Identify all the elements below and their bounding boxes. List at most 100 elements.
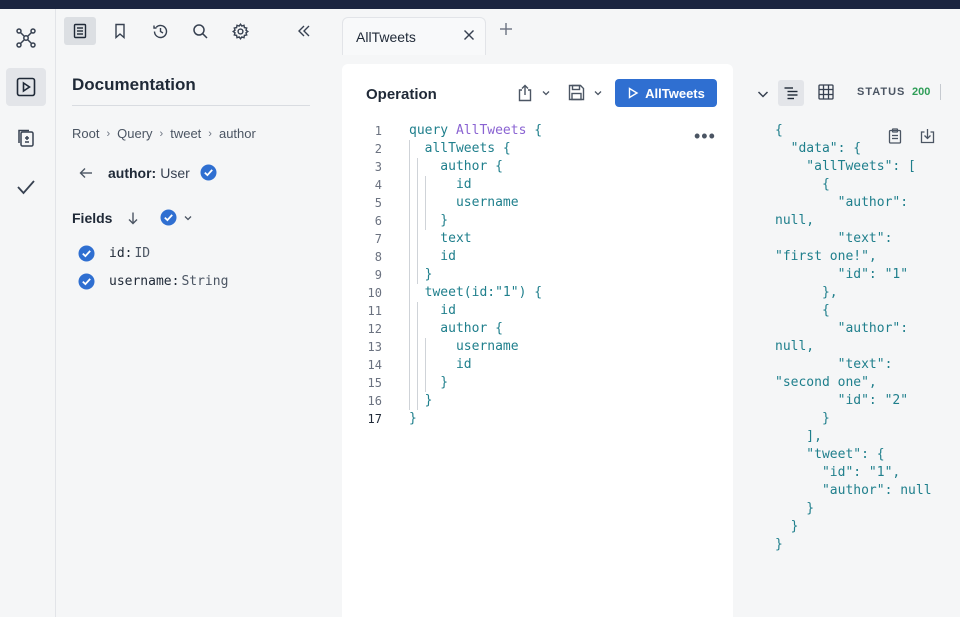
checked-circle-icon[interactable]	[78, 245, 95, 262]
checked-circle-icon[interactable]	[200, 164, 217, 181]
line-number: 9	[374, 268, 382, 282]
code-line[interactable]: 10 tweet(id:"1") {	[342, 284, 733, 302]
code-line[interactable]: 6 }	[342, 212, 733, 230]
line-number: 12	[367, 322, 382, 336]
breadcrumb-item-tweet[interactable]: tweet	[170, 126, 201, 141]
json-line: }	[775, 537, 783, 552]
code-line[interactable]: 4 id	[342, 176, 733, 194]
response-panel: STATUS 200 { "data": { "allTweets": [ { …	[740, 64, 960, 617]
code-line[interactable]: 15 }	[342, 374, 733, 392]
graph-view-button[interactable]	[6, 19, 46, 57]
type-name[interactable]: User	[160, 165, 190, 181]
checked-circle-icon[interactable]	[160, 209, 177, 226]
chevron-right-icon: ›	[159, 127, 164, 140]
code-line[interactable]: 8 id	[342, 248, 733, 266]
code-text: }	[409, 213, 449, 228]
code-editor[interactable]: 1 query AllTweets {2 allTweets {3 author …	[342, 122, 733, 428]
code-line[interactable]: 13 username	[342, 338, 733, 356]
json-line: "text":	[775, 357, 893, 372]
code-text: text	[409, 231, 472, 246]
json-line: "tweet": {	[775, 447, 885, 462]
json-line: "id": "2"	[775, 393, 909, 408]
arrow-down-icon[interactable]	[126, 211, 140, 225]
line-number: 8	[374, 250, 382, 264]
share-menu-button[interactable]	[517, 84, 551, 102]
run-operation-button[interactable]: AllTweets	[615, 79, 717, 107]
field-type[interactable]: ID	[134, 246, 150, 261]
code-line[interactable]: 11 id	[342, 302, 733, 320]
breadcrumb-item-root[interactable]: Root	[72, 126, 99, 141]
json-line: "text":	[775, 231, 893, 246]
line-number: 6	[374, 214, 382, 228]
json-line: {	[775, 177, 830, 192]
code-text: }	[409, 393, 433, 408]
code-line[interactable]: 12 author {	[342, 320, 733, 338]
checked-circle-icon[interactable]	[78, 273, 95, 290]
field-name: id:	[109, 246, 133, 261]
code-line[interactable]: 17}	[342, 410, 733, 428]
code-line[interactable]: 16 }	[342, 392, 733, 410]
plus-icon[interactable]	[498, 21, 514, 37]
json-line: "author":	[775, 195, 909, 210]
json-line: {	[775, 303, 830, 318]
operation-name: AllTweets	[455, 123, 527, 138]
indent-guide	[417, 302, 418, 410]
json-line: "first one!",	[775, 249, 877, 264]
tab-alltweets[interactable]: AllTweets	[342, 17, 486, 55]
breadcrumb: Root › Query › tweet › author	[72, 126, 256, 141]
text-lines-icon	[784, 87, 798, 100]
json-line: "id": "1",	[775, 465, 901, 480]
json-line: "id": "1"	[775, 267, 909, 282]
collapse-panel-button[interactable]	[288, 17, 320, 45]
indent-guide	[425, 176, 426, 230]
json-line: null,	[775, 213, 815, 228]
search-icon	[192, 23, 208, 39]
search-button[interactable]	[184, 17, 216, 45]
code-line[interactable]: 14 id	[342, 356, 733, 374]
json-line: "allTweets": [	[775, 159, 916, 174]
close-icon[interactable]	[462, 28, 476, 42]
breadcrumb-item-query[interactable]: Query	[117, 126, 152, 141]
code-line[interactable]: 7 text	[342, 230, 733, 248]
divider	[940, 84, 941, 100]
save-menu-button[interactable]	[568, 84, 603, 101]
chevron-down-icon[interactable]	[183, 213, 193, 223]
table-view-button[interactable]	[818, 84, 834, 105]
line-number: 1	[374, 124, 382, 138]
field-type[interactable]: String	[181, 274, 228, 289]
field-name: username:	[109, 274, 180, 289]
bookmarks-button[interactable]	[104, 17, 136, 45]
chevron-down-icon[interactable]	[756, 87, 770, 101]
line-number: 4	[374, 178, 382, 192]
code-text: }	[409, 375, 449, 390]
field-row-username[interactable]: username: String	[78, 273, 228, 290]
code-line[interactable]: 3 author {	[342, 158, 733, 176]
back-arrow-icon[interactable]	[78, 165, 94, 181]
response-json[interactable]: { "data": { "allTweets": [ { "author": nu…	[775, 122, 960, 554]
code-line[interactable]: 9 }	[342, 266, 733, 284]
graph-icon	[16, 28, 36, 48]
operation-view-button[interactable]	[6, 68, 46, 106]
line-number: 10	[367, 286, 382, 300]
code-text: tweet(id:"1") {	[409, 285, 543, 300]
json-line: }	[775, 519, 799, 534]
sidebar-rail	[0, 9, 56, 617]
response-view-button[interactable]	[778, 80, 804, 106]
code-line[interactable]: 1 query AllTweets {	[342, 122, 733, 140]
field-row-id[interactable]: id: ID	[78, 245, 150, 262]
code-text: author {	[409, 159, 503, 174]
chevron-right-icon: ›	[208, 127, 212, 140]
documentation-tab-button[interactable]	[64, 17, 96, 45]
document-icon	[73, 23, 87, 39]
indent-guide	[425, 338, 426, 392]
code-line[interactable]: 5 username	[342, 194, 733, 212]
settings-button[interactable]	[224, 17, 256, 45]
breadcrumb-item-author[interactable]: author	[219, 126, 256, 141]
checks-view-button[interactable]	[6, 168, 46, 206]
code-text: }	[409, 411, 417, 426]
collections-view-button[interactable]	[6, 119, 46, 157]
history-button[interactable]	[144, 17, 176, 45]
code-text: author {	[409, 321, 503, 336]
code-line[interactable]: 2 allTweets {	[342, 140, 733, 158]
run-button-label: AllTweets	[645, 85, 705, 101]
